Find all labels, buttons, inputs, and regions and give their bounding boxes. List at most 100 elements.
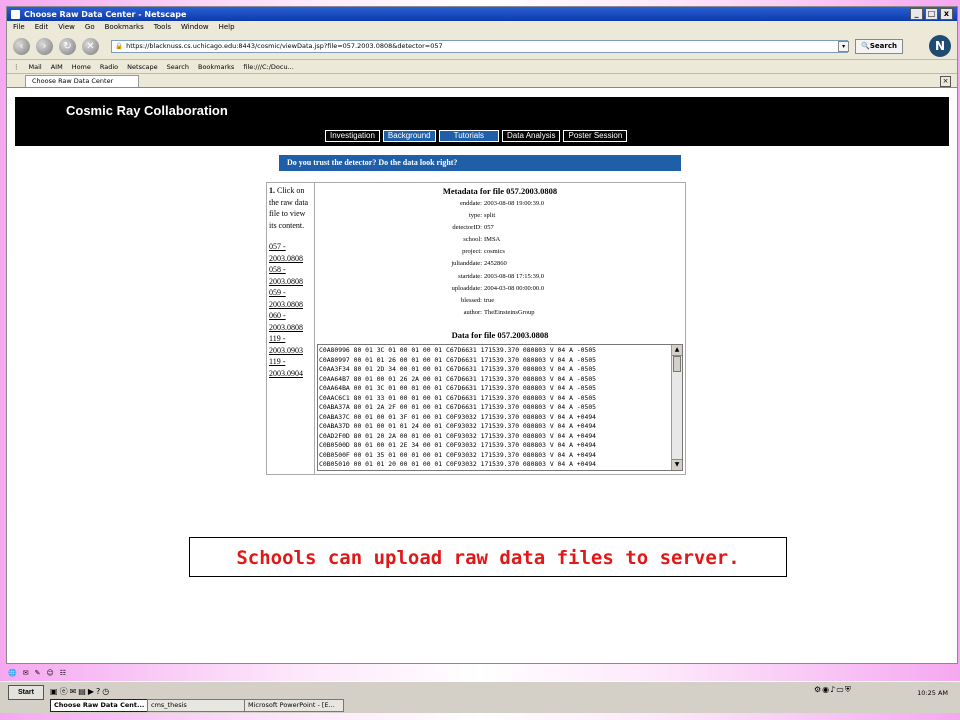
file-link-060-0808[interactable]: 060 - 2003.0808 <box>269 310 311 333</box>
tab-close-icon[interactable]: × <box>940 76 951 87</box>
scroll-thumb[interactable] <box>673 356 681 372</box>
ie-icon[interactable]: ⓔ <box>60 687 70 696</box>
metadata-key: startdate: <box>458 272 482 280</box>
menu-help[interactable]: Help <box>219 23 235 31</box>
window-title: Choose Raw Data Center - Netscape <box>24 9 187 19</box>
close-button[interactable]: x <box>940 8 953 20</box>
data-rows: C0A80996 80 01 3C 01 00 01 00 01 C67D663… <box>319 346 669 470</box>
tab-choose-raw-data[interactable]: Choose Raw Data Center <box>25 74 139 87</box>
menu-go[interactable]: Go <box>85 23 95 31</box>
nav-investigation[interactable]: Investigation <box>325 130 380 142</box>
instruction-number: 1. <box>269 186 275 195</box>
metadata-row: enddate: 2003-08-08 19:00:39.0 <box>315 200 685 212</box>
reload-icon[interactable]: ↻ <box>59 37 76 55</box>
file-list-column: 1. Click on the raw data file to view it… <box>267 183 313 474</box>
search-button[interactable]: 🔍 Search <box>855 38 903 54</box>
file-link-119-0904[interactable]: 119 - 2003.0904 <box>269 356 311 379</box>
metadata-row: author: TheEinsteinsGroup <box>315 309 685 321</box>
data-row: C0AA3F34 80 01 2D 34 00 01 00 01 C67D663… <box>319 365 597 373</box>
maximize-button[interactable]: □ <box>925 8 938 20</box>
folder-icon[interactable]: ▤ <box>78 687 88 696</box>
clock-icon[interactable]: ◷ <box>102 687 111 696</box>
url-field[interactable]: 🔒 https://blacknuss.cs.uchicago.edu:8443… <box>111 39 849 53</box>
bookmark-file[interactable]: file:///C:/Docu... <box>243 63 293 71</box>
chat-icon[interactable]: ☺ <box>46 669 53 677</box>
netscape-logo[interactable]: N <box>929 35 951 57</box>
menu-bar: File Edit View Go Bookmarks Tools Window… <box>7 21 957 33</box>
tray-icons: ⚙◉♪▭⛨ <box>814 685 852 695</box>
browser-icon[interactable]: 🌐 <box>8 669 17 677</box>
file-link-119-0903[interactable]: 119 - 2003.0903 <box>269 333 311 356</box>
search-button-label: Search <box>869 42 897 50</box>
metadata-row: blessed: true <box>315 297 685 309</box>
back-icon[interactable]: ‹ <box>13 37 30 55</box>
mail-icon[interactable]: ✉ <box>23 669 29 677</box>
instruction-text: Click on the raw data file to view its c… <box>269 186 309 230</box>
metadata-key: author: <box>463 308 482 316</box>
file-link-058-0808[interactable]: 058 - 2003.0808 <box>269 264 311 287</box>
scroll-up-icon[interactable]: ▲ <box>672 345 682 356</box>
metadata-value: true <box>484 296 495 304</box>
menu-edit[interactable]: Edit <box>35 23 49 31</box>
nav-background[interactable]: Background <box>382 130 436 142</box>
url-dropdown-icon[interactable]: ▾ <box>838 40 850 52</box>
metadata-value: 2452860 <box>484 260 507 268</box>
bookmark-aim[interactable]: AIM <box>51 63 63 71</box>
metadata-title: Metadata for file 057.2003.0808 <box>442 186 558 196</box>
forward-icon[interactable]: › <box>36 37 53 55</box>
menu-file[interactable]: File <box>13 23 25 31</box>
media-icon[interactable]: ▶ <box>88 687 96 696</box>
menu-window[interactable]: Window <box>181 23 209 31</box>
taskbar-browser[interactable]: Choose Raw Data Cent... <box>50 699 150 712</box>
bookmark-search[interactable]: Search <box>167 63 189 71</box>
data-row: C0ABA37A 80 01 2A 2F 00 01 00 01 C67D663… <box>319 403 597 411</box>
menu-bookmarks[interactable]: Bookmarks <box>105 23 144 31</box>
data-scrollbar[interactable]: ▲ ▼ <box>671 345 682 470</box>
start-button[interactable]: Start <box>8 685 44 700</box>
file-link-057-0808[interactable]: 057 - 2003.0808 <box>269 241 311 264</box>
data-textarea[interactable]: C0A80996 80 01 3C 01 00 01 00 01 C67D663… <box>317 344 683 471</box>
antivirus-icon[interactable]: ◉ <box>822 685 830 694</box>
minimize-button[interactable]: _ <box>910 8 923 20</box>
stop-icon[interactable]: ✕ <box>82 37 99 55</box>
personal-toolbar: ⋮ Mail AIM Home Radio Netscape Search Bo… <box>7 60 957 74</box>
quicklaunch-icons: ▣ⓔ✉▤▶?◷ <box>50 686 111 697</box>
security-icon[interactable]: ⛨ <box>845 685 852 694</box>
desktop-icon[interactable]: ▣ <box>50 687 60 696</box>
bookmark-radio[interactable]: Radio <box>100 63 118 71</box>
data-row: C0B0500D 80 01 00 01 2E 34 00 01 C0F9303… <box>319 441 597 449</box>
network-icon[interactable]: ⚙ <box>814 685 822 694</box>
data-row: C0ABA37D 00 01 00 01 01 24 00 01 C0F9303… <box>319 422 597 430</box>
bookmark-home[interactable]: Home <box>72 63 91 71</box>
bookmark-netscape[interactable]: Netscape <box>127 63 157 71</box>
slide-caption: Schools can upload raw data files to ser… <box>189 537 787 577</box>
taskbar-cms-thesis[interactable]: cms_thesis <box>147 699 247 712</box>
display-icon[interactable]: ▭ <box>836 685 845 694</box>
outlook-icon[interactable]: ✉ <box>70 687 79 696</box>
composer-icon[interactable]: ✎ <box>35 669 41 677</box>
file-link-059-0808[interactable]: 059 - 2003.0808 <box>269 287 311 310</box>
menu-view[interactable]: View <box>58 23 75 31</box>
personal-toolbar-grip-icon: ⋮ <box>13 62 20 71</box>
data-row: C0B0500F 00 01 35 01 00 01 00 01 C0F9303… <box>319 450 597 459</box>
data-row: C0AD2F0D 80 01 20 2A 00 01 00 01 C0F9303… <box>319 431 597 440</box>
metadata-key: uploaddate: <box>451 284 482 292</box>
navigation-toolbar: ‹ › ↻ ✕ 🔒 https://blacknuss.cs.uchicago.… <box>7 33 957 60</box>
metadata-value: split <box>484 212 496 220</box>
scroll-down-icon[interactable]: ▼ <box>672 459 682 470</box>
data-row: C0AA64B7 80 01 00 01 26 2A 00 01 C67D663… <box>319 374 597 383</box>
site-nav: Investigation Background Tutorials Data … <box>325 130 630 142</box>
taskbar-powerpoint[interactable]: Microsoft PowerPoint - [E... <box>244 699 344 712</box>
nav-data-analysis[interactable]: Data Analysis <box>502 130 561 142</box>
metadata-row: type: split <box>315 212 685 224</box>
data-title: Data for file 057.2003.0808 <box>451 330 549 340</box>
nav-poster-session[interactable]: Poster Session <box>563 130 628 142</box>
menu-tools[interactable]: Tools <box>154 23 171 31</box>
metadata-table: enddate: 2003-08-08 19:00:39.0 type: split d… <box>315 200 685 321</box>
metadata-key: detectorID: <box>452 224 482 232</box>
address-book-icon[interactable]: ☷ <box>60 669 66 677</box>
bookmark-mail[interactable]: Mail <box>29 63 42 71</box>
nav-tutorials[interactable]: Tutorials <box>438 130 500 142</box>
bookmark-bookmarks[interactable]: Bookmarks <box>198 63 234 71</box>
site-title: Cosmic Ray Collaboration <box>66 103 228 118</box>
